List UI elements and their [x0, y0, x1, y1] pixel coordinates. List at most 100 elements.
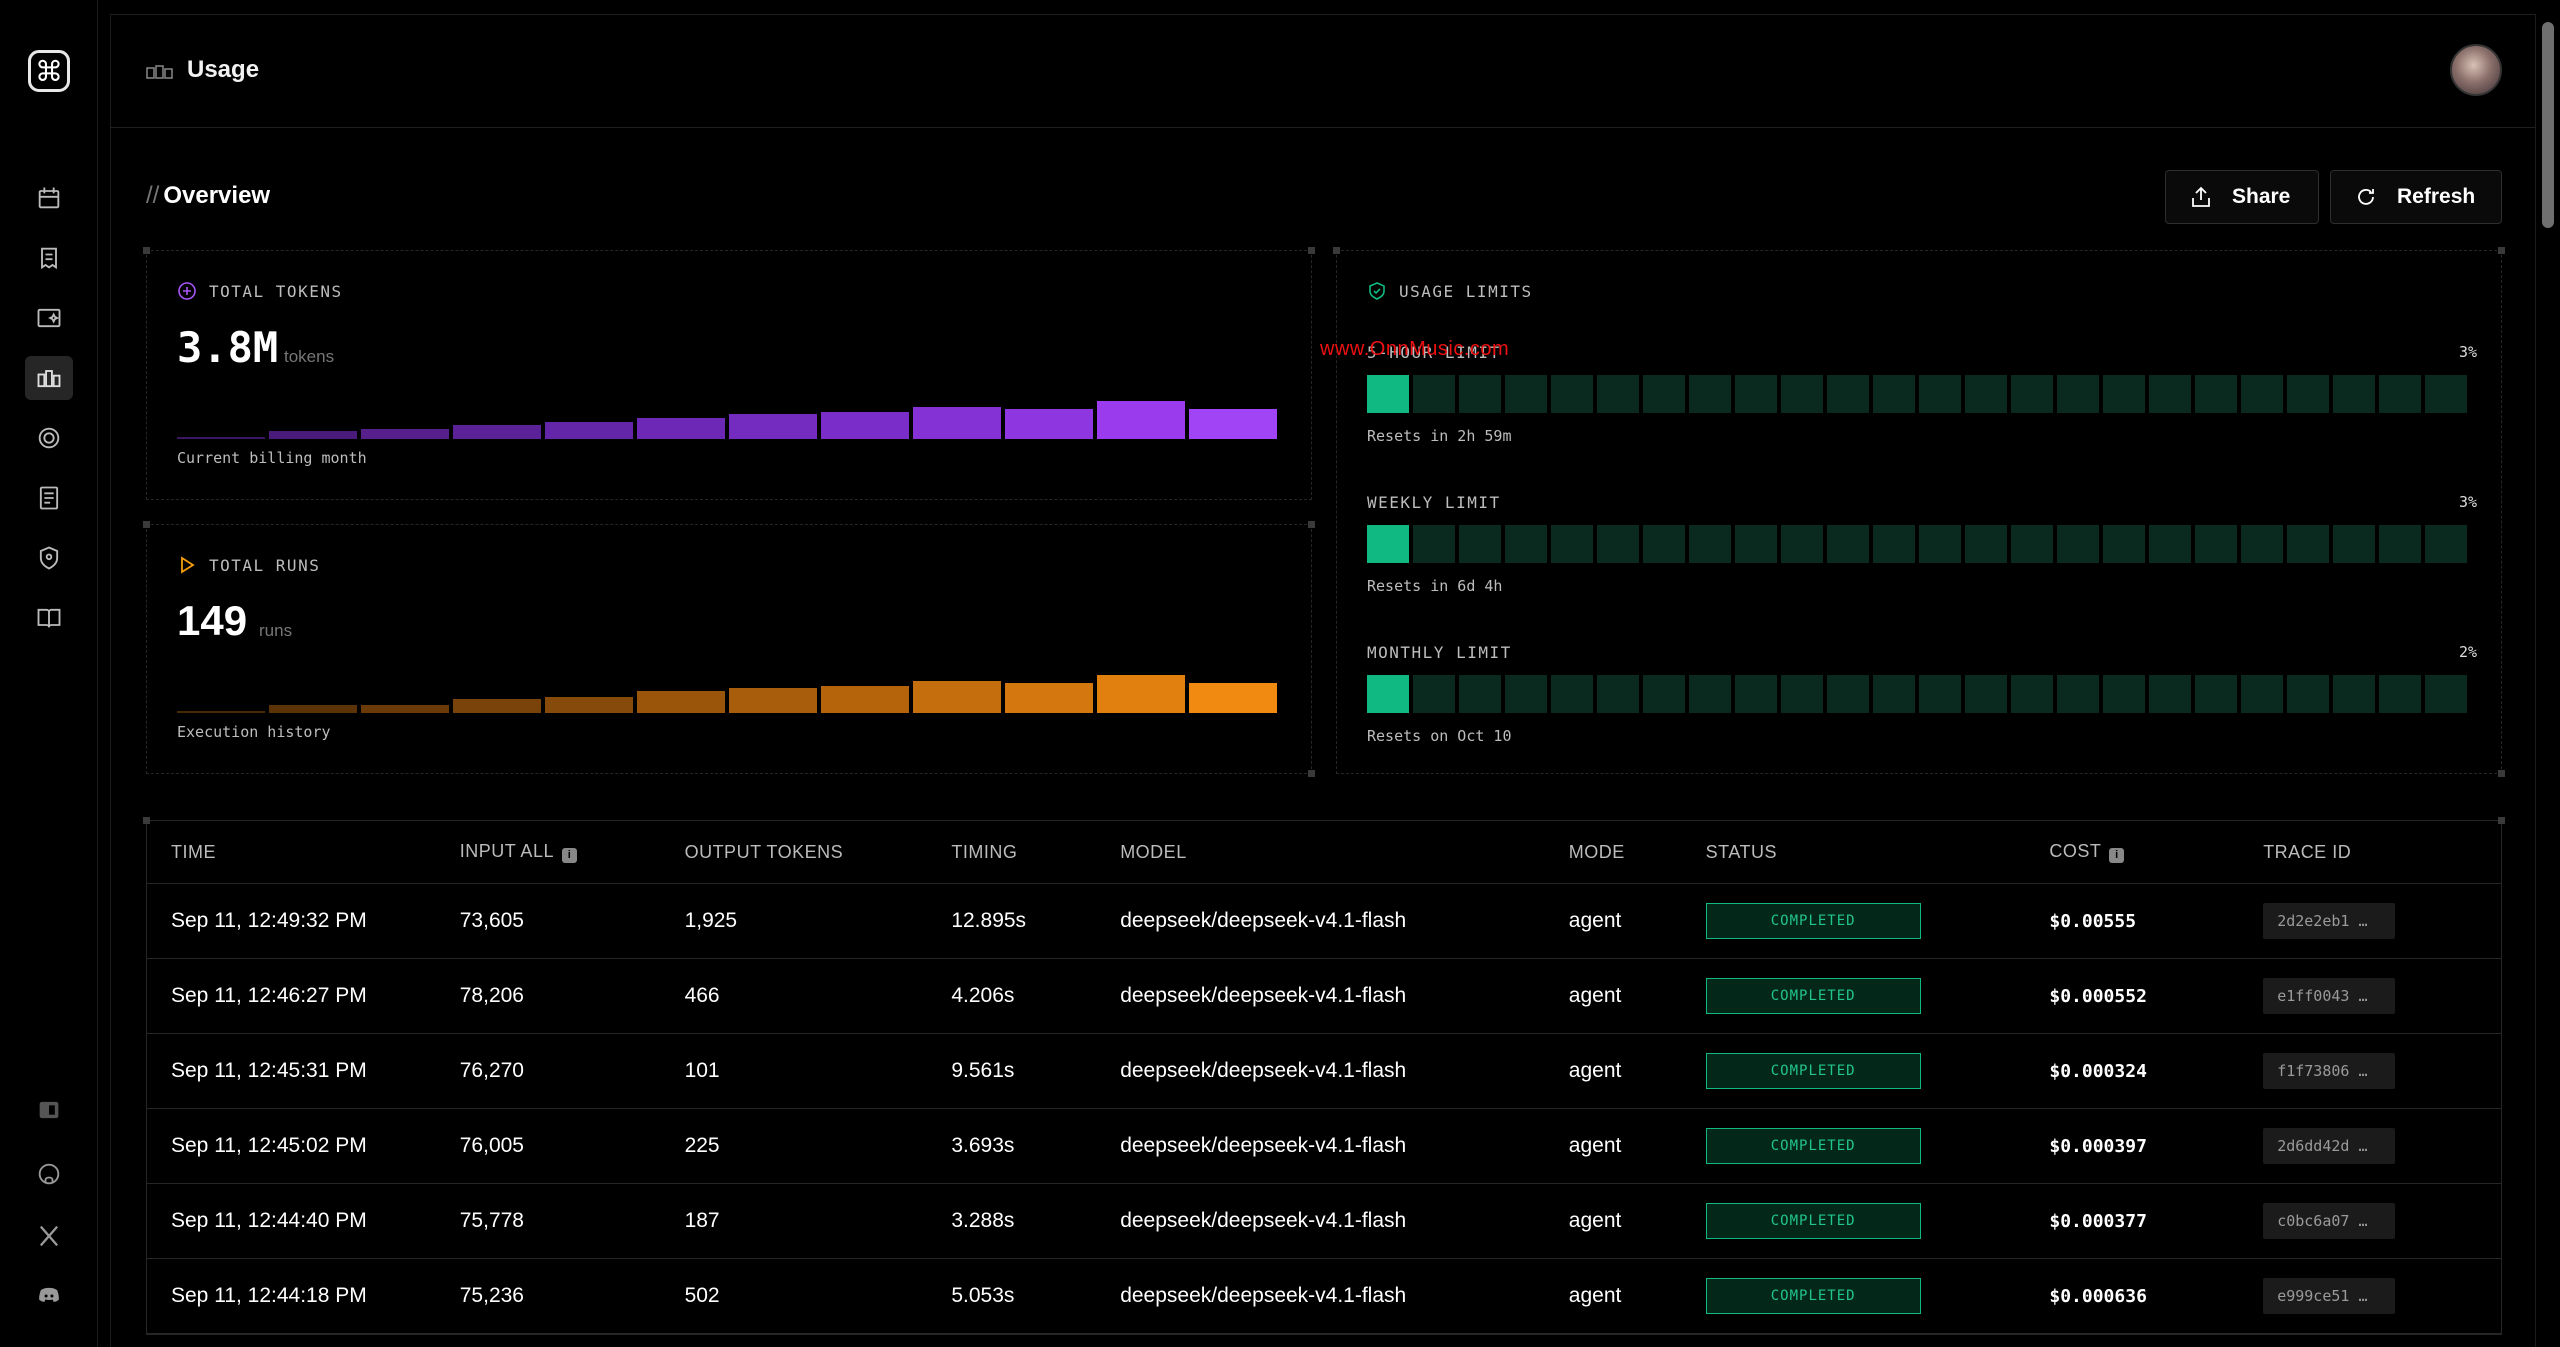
cell-trace: f1f73806 … — [2263, 1053, 2501, 1089]
runs-bar — [545, 697, 633, 713]
col-header-model[interactable]: MODEL — [1120, 842, 1569, 863]
tokens-bar — [453, 425, 541, 439]
cell-trace: e999ce51 … — [2263, 1278, 2501, 1314]
limit-segment — [1459, 525, 1501, 563]
limit-segment — [1781, 375, 1823, 413]
limit-segment — [2287, 675, 2329, 713]
col-header-input[interactable]: INPUT ALL i — [460, 841, 685, 863]
col-header-trace[interactable]: TRACE ID — [2263, 842, 2501, 863]
cell-input: 75,778 — [459, 1209, 524, 1232]
command-logo-icon[interactable]: ⌘ — [28, 50, 70, 92]
cell-timing: 3.693s — [951, 1134, 1015, 1157]
cell-time: Sep 11, 12:49:32 PM — [171, 909, 367, 932]
col-header-mode[interactable]: MODE — [1569, 842, 1706, 863]
page-header: Usage — [110, 14, 2536, 128]
cell-output: 466 — [684, 984, 720, 1007]
limit-segment — [1413, 675, 1455, 713]
table-row[interactable]: Sep 11, 12:45:31 PM 76,270 101 9.561s de… — [147, 1034, 2501, 1109]
limit-segment — [2287, 375, 2329, 413]
status-badge: COMPLETED — [1705, 903, 1921, 939]
usage-limits-label: USAGE LIMITS — [1367, 281, 1533, 301]
limit-segment — [2057, 675, 2099, 713]
cell-status: COMPLETED — [1705, 978, 2050, 1014]
tokens-caption: Current billing month — [177, 449, 367, 467]
receipt-icon[interactable] — [25, 236, 73, 280]
limit-segment — [1827, 375, 1869, 413]
limit-name: MONTHLY LIMIT — [1367, 643, 1512, 662]
github-icon[interactable] — [25, 1152, 73, 1196]
limit-segment — [1643, 525, 1685, 563]
cell-cost: $0.000324 — [2049, 1060, 2147, 1082]
play-icon — [181, 556, 195, 574]
limit-segment — [1367, 675, 1409, 713]
limit-segment — [1505, 375, 1547, 413]
tokens-bar — [269, 431, 357, 439]
table-row[interactable]: Sep 11, 12:49:32 PM 73,605 1,925 12.895s… — [147, 884, 2501, 959]
col-header-time[interactable]: TIME — [147, 842, 460, 863]
tokens-bar — [1189, 409, 1277, 439]
limit-segment — [1689, 525, 1731, 563]
card-corner — [1308, 247, 1315, 254]
cell-timing: 4.206s — [951, 984, 1015, 1007]
limit-name: WEEKLY LIMIT — [1367, 493, 1501, 512]
limit-segment — [1597, 375, 1639, 413]
table-row[interactable]: Sep 11, 12:44:18 PM 75,236 502 5.053s de… — [147, 1259, 2501, 1334]
share-button[interactable]: Share — [2165, 170, 2319, 224]
cell-input: 78,206 — [459, 984, 524, 1007]
col-header-timing[interactable]: TIMING — [951, 842, 1120, 863]
limit-reset: Resets on Oct 10 — [1367, 727, 1512, 745]
limit-segment — [2011, 375, 2053, 413]
info-icon[interactable]: i — [2109, 848, 2125, 863]
limit-segment — [2057, 525, 2099, 563]
cell-input: 75,236 — [459, 1284, 524, 1307]
target-icon[interactable] — [25, 416, 73, 460]
total-runs-value: 149 — [177, 597, 248, 644]
book-icon[interactable] — [25, 596, 73, 640]
tokens-bar — [545, 422, 633, 439]
table-row[interactable]: Sep 11, 12:45:02 PM 76,005 225 3.693s de… — [147, 1109, 2501, 1184]
tokens-bar-chart — [177, 399, 1287, 439]
info-icon[interactable]: i — [561, 848, 577, 863]
trace-id-chip[interactable]: f1f73806 … — [2263, 1053, 2396, 1089]
limit-segment — [2103, 375, 2145, 413]
trace-id-chip[interactable]: c0bc6a07 … — [2263, 1203, 2396, 1239]
tokens-bar — [821, 412, 909, 439]
cell-trace: c0bc6a07 … — [2263, 1203, 2501, 1239]
cell-input: 73,605 — [459, 909, 524, 932]
limit-segment — [2195, 375, 2237, 413]
cell-mode: agent — [1568, 1059, 1622, 1082]
document-icon[interactable] — [25, 476, 73, 520]
trace-id-chip[interactable]: 2d6dd42d … — [2263, 1128, 2396, 1164]
tokens-bar — [637, 418, 725, 439]
trace-id-chip[interactable]: 2d2e2eb1 … — [2263, 903, 2396, 939]
total-tokens-card: TOTAL TOKENS 3.8M tokens Current billing… — [143, 247, 1315, 500]
col-header-status[interactable]: STATUS — [1706, 842, 2050, 863]
cell-mode: agent — [1568, 1134, 1622, 1157]
scrollbar-thumb[interactable] — [2542, 22, 2554, 228]
runs-bar — [1189, 683, 1277, 713]
section-title-text: Overview — [163, 182, 271, 209]
collapse-sidebar-icon[interactable] — [25, 1088, 73, 1132]
table-row[interactable]: Sep 11, 12:46:27 PM 78,206 466 4.206s de… — [147, 959, 2501, 1034]
col-header-output[interactable]: OUTPUT TOKENS — [685, 842, 952, 863]
cell-status: COMPLETED — [1705, 903, 2050, 939]
limit-segment — [1735, 525, 1777, 563]
share-label: Share — [2232, 185, 2291, 208]
limit-segment — [1965, 375, 2007, 413]
limit-segment — [1873, 525, 1915, 563]
col-header-cost[interactable]: COST i — [2049, 841, 2263, 863]
cell-cost: $0.000377 — [2049, 1210, 2147, 1232]
x-twitter-icon[interactable] — [25, 1214, 73, 1258]
refresh-button[interactable]: Refresh — [2330, 170, 2502, 224]
trace-id-chip[interactable]: e999ce51 … — [2263, 1278, 2396, 1314]
limit-segment — [2149, 375, 2191, 413]
sparkle-card-icon[interactable] — [25, 296, 73, 340]
shield-icon[interactable] — [25, 536, 73, 580]
trace-id-chip[interactable]: e1ff0043 … — [2263, 978, 2396, 1014]
usage-bars-icon[interactable] — [25, 356, 73, 400]
limit-segment — [2379, 675, 2421, 713]
calendar-icon[interactable] — [25, 176, 73, 220]
discord-icon[interactable] — [25, 1274, 73, 1318]
table-row[interactable]: Sep 11, 12:44:40 PM 75,778 187 3.288s de… — [147, 1184, 2501, 1259]
user-avatar[interactable] — [2450, 44, 2502, 96]
